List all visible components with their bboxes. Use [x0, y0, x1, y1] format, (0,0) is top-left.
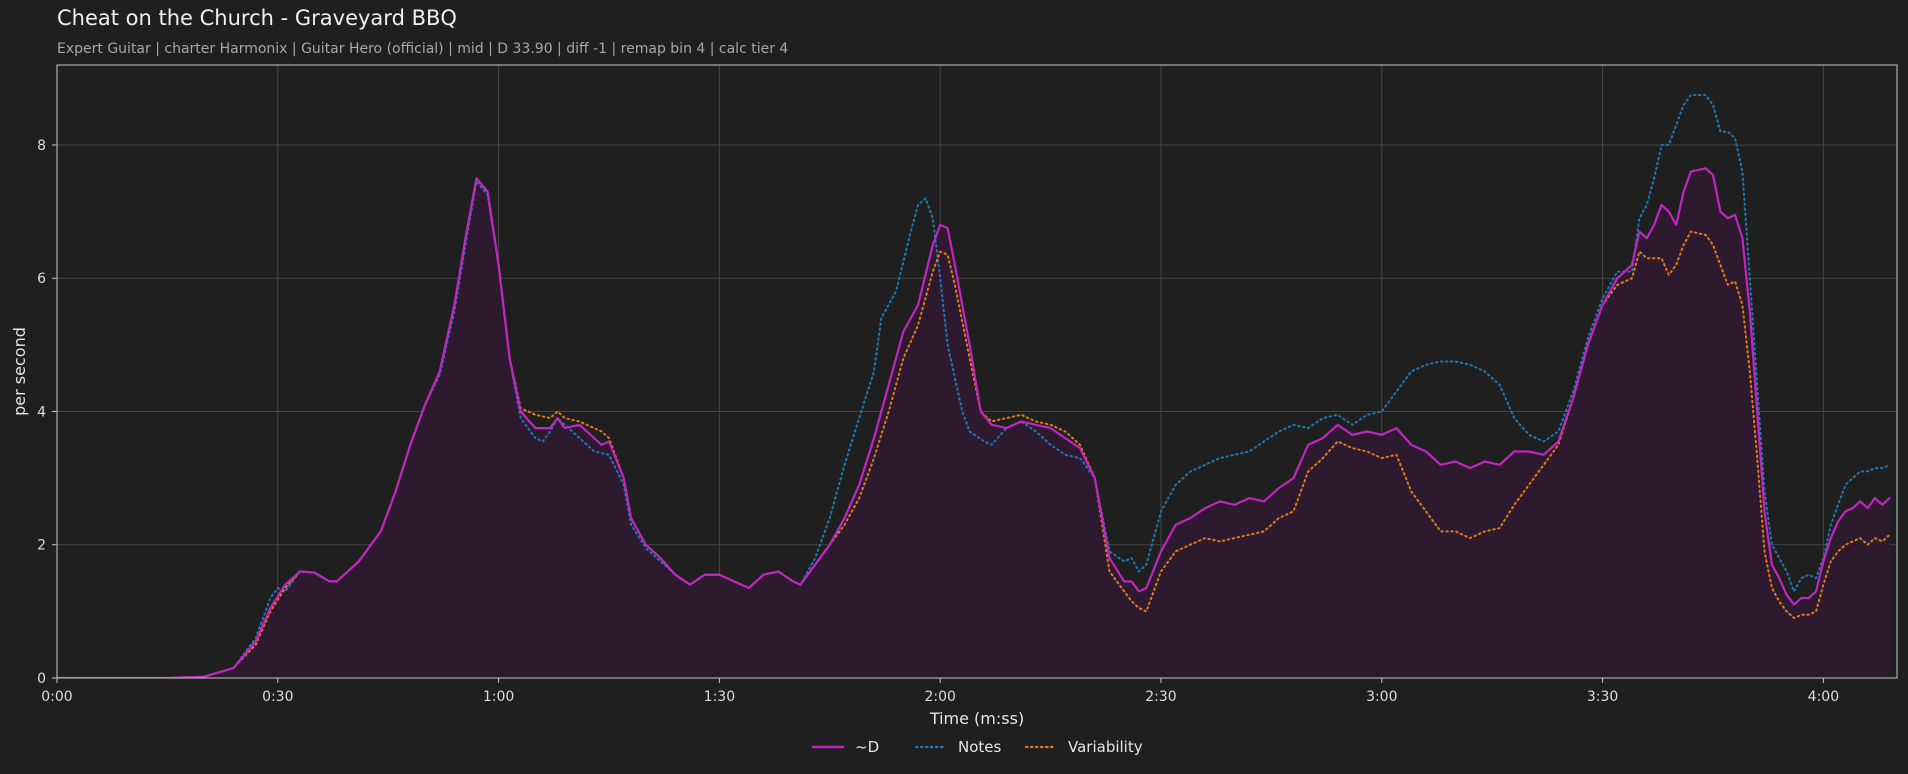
- x-axis: 0:00 0:30 1:00 1:30 2:00 2:30 3:00 3:30 4:00: [41, 678, 1839, 705]
- x-tick-label: 1:30: [704, 689, 735, 705]
- y-tick-label: 8: [37, 138, 46, 154]
- x-tick-label: 4:00: [1808, 689, 1839, 705]
- x-tick-label: 1:00: [483, 689, 514, 705]
- chart: 0:00 0:30 1:00 1:30 2:00 2:30 3:00 3:30 4:00 0 2 4…: [10, 64, 1898, 756]
- y-tick-label: 0: [37, 671, 46, 687]
- y-tick-label: 6: [37, 271, 46, 287]
- x-tick-label: 2:30: [1145, 689, 1176, 705]
- x-tick-label: 0:30: [262, 689, 293, 705]
- y-tick-label: 2: [37, 538, 46, 554]
- x-tick-label: 2:00: [924, 689, 955, 705]
- x-tick-label: 3:00: [1366, 689, 1397, 705]
- x-tick-label: 0:00: [41, 689, 72, 705]
- legend-label: Notes: [958, 738, 1002, 756]
- legend-label: ~D: [855, 738, 879, 756]
- y-axis: 0 2 4 6 8: [37, 138, 57, 687]
- legend-label: Variability: [1068, 738, 1143, 756]
- legend: ~D Notes Variability: [811, 738, 1143, 756]
- x-tick-label: 3:30: [1587, 689, 1618, 705]
- x-axis-label: Time (m:ss): [929, 709, 1024, 728]
- y-tick-label: 4: [37, 404, 46, 420]
- y-axis-label: per second: [10, 327, 29, 416]
